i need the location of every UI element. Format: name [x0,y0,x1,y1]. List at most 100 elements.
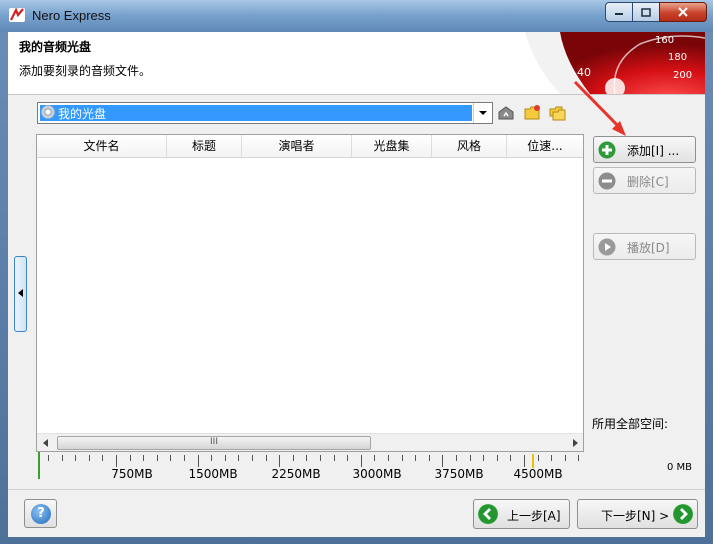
delete-button[interactable]: 删除[C] [593,167,696,194]
scroll-thumb[interactable]: III [57,436,371,450]
play-icon [598,238,616,256]
add-button[interactable]: 添加[I] ... [593,136,696,163]
nero-app-icon [9,7,25,22]
gauge-number-160: 160 [655,35,674,46]
ruler-label-750: 750MB [111,467,153,481]
help-button[interactable]: ? [24,499,57,528]
ruler-tick [442,455,444,467]
disc-icon [41,105,55,119]
next-button-label: 下一步[N] > [601,509,670,523]
ruler-tick [374,455,376,461]
ruler-tick [48,455,49,461]
gauge-number-0: 0 [577,84,583,94]
delete-button-label: 删除[C] [627,175,669,189]
file-list-header: 文件名 标题 演唱者 光盘集 风格 位速... [37,135,583,158]
chevron-down-icon[interactable] [473,103,492,123]
ruler-tick [224,455,226,461]
minus-icon [598,172,616,190]
ruler-tick [88,455,90,461]
gauge-number-180: 180 [668,52,687,63]
column-title[interactable]: 标题 [167,135,242,157]
title-bar[interactable]: Nero Express [0,0,713,32]
ruler-tick [510,455,512,461]
ruler-tick [388,455,389,461]
back-button[interactable]: 上一步[A] [473,499,570,529]
minimize-button[interactable] [605,2,633,22]
ruler-tick [551,455,553,461]
ruler-tick [360,455,362,467]
up-folder-icon[interactable] [498,104,515,121]
bottom-divider [8,489,705,490]
ruler-tick [279,455,281,467]
total-space-label: 所用全部空间: [592,417,669,431]
ruler-tick [537,455,539,461]
nero-express-window: Nero Express 我的音频光盘 添加要刻录的音频文件。 160 180 … [0,0,713,544]
ruler-tick [483,455,485,461]
maximize-icon [641,7,651,17]
ruler-tick [456,455,457,461]
speedometer-graphic: 160 180 200 40 0 [525,32,705,94]
disc-selector[interactable]: 我的光盘 [37,102,493,124]
play-button[interactable]: 播放[D] [593,233,696,260]
ruler-tick [564,455,566,461]
ruler-tick [252,455,253,461]
ruler-tick [116,455,117,467]
capacity-ruler: 750MB 1500MB 2250MB 3000MB 3750MB 4500MB [36,452,582,482]
ruler-tick [320,455,321,461]
total-space-value: 0 MB [667,462,693,473]
ruler-tick [524,455,525,467]
scroll-right-icon[interactable] [566,434,583,451]
gauge-number-200: 200 [673,70,692,81]
minimize-icon [615,13,623,15]
used-space-indicator [38,452,40,479]
ruler-label-4500: 4500MB [513,467,563,481]
column-bitrate[interactable]: 位速... [507,135,583,157]
back-button-label: 上一步[A] [507,509,561,523]
ruler-tick [129,455,131,461]
ruler-tick [170,455,172,461]
help-icon: ? [31,504,51,524]
gauge-number-40: 40 [577,66,591,79]
ruler-tick [143,455,145,461]
column-filename[interactable]: 文件名 [37,135,167,157]
ruler-tick [238,455,240,461]
arrow-left-icon [478,504,498,524]
column-album[interactable]: 光盘集 [352,135,432,157]
close-button[interactable] [659,2,707,22]
chevron-left-icon [18,289,23,297]
ruler-tick [292,455,294,461]
window-title: Nero Express [32,8,111,23]
audio-file-list[interactable]: 文件名 标题 演唱者 光盘集 风格 位速... III [36,134,584,452]
ruler-tick [347,455,349,461]
horizontal-scrollbar[interactable]: III [37,433,583,451]
column-artist[interactable]: 演唱者 [242,135,352,157]
next-button[interactable]: 下一步[N] > [577,499,698,529]
ruler-tick [197,455,199,467]
scroll-left-icon[interactable] [37,434,54,451]
ruler-tick [578,455,580,461]
ruler-tick [415,455,417,461]
new-folder-icon[interactable] [524,104,541,121]
collapse-panel-handle[interactable] [14,256,27,332]
maximize-button[interactable] [632,2,660,22]
ruler-tick [469,455,471,461]
page-title: 我的音频光盘 [19,40,92,54]
ruler-tick [61,455,63,461]
close-icon [678,7,688,17]
column-genre[interactable]: 风格 [432,135,507,157]
folder-options-icon[interactable] [549,104,566,121]
play-button-label: 播放[D] [627,241,670,255]
ruler-tick [102,455,104,461]
ruler-tick [401,455,403,461]
ruler-label-3750: 3750MB [434,467,484,481]
ruler-tick [306,455,308,461]
page-subtitle: 添加要刻录的音频文件。 [19,64,152,78]
wizard-content: 我的音频光盘 添加要刻录的音频文件。 160 180 200 40 0 我的光盘… [8,32,705,537]
ruler-label-1500: 1500MB [188,467,238,481]
ruler-tick [428,455,430,461]
ruler-tick [75,455,77,461]
ruler-label-3000: 3000MB [352,467,402,481]
add-button-label: 添加[I] ... [627,144,680,158]
capacity-marker [532,454,534,468]
disc-selector-value: 我的光盘 [58,107,107,121]
